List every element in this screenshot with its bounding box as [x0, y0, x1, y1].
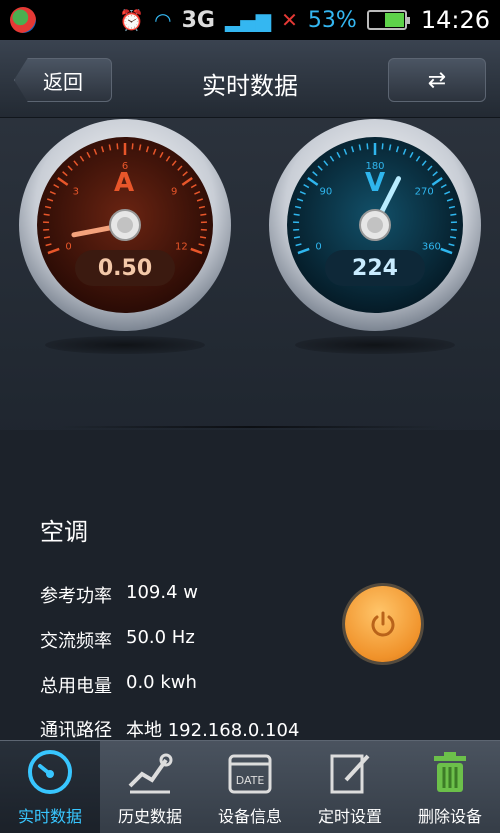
bottom-nav: 实时数据 历史数据 DATE 设备信息 定时设置 删除设备 — [0, 740, 500, 833]
info-row-energy: 总用电量 0.0 kwh — [40, 672, 197, 698]
gauge-tick — [293, 213, 300, 216]
nav-label: 删除设备 — [417, 807, 482, 826]
gauge-tick-label: 12 — [175, 242, 188, 253]
nav-realtime[interactable]: 实时数据 — [0, 741, 100, 833]
voltage-gauge: 0 90 180 270 360 V 224 — [268, 118, 482, 354]
power-button[interactable] — [345, 586, 421, 662]
nav-label: 历史数据 — [117, 807, 182, 826]
signal-icon: ▂▄▆ — [225, 8, 272, 32]
info-row-power: 参考功率 109.4 w — [40, 582, 198, 608]
gauge-tick — [450, 213, 457, 216]
nav-label: 设备信息 — [217, 807, 282, 826]
info-value: 109.4 w — [126, 582, 198, 603]
chart-line-icon — [125, 747, 175, 797]
nav-label: 定时设置 — [317, 807, 382, 826]
power-icon — [371, 611, 395, 637]
status-bar: ⏰ ◠ 3G ▂▄▆ ✕ 53% 14:26 — [0, 0, 500, 40]
gauge-tick — [43, 213, 50, 216]
info-row-frequency: 交流频率 50.0 Hz — [40, 627, 195, 653]
current-gauge-dial: 036912 — [19, 119, 231, 331]
info-row-path: 通讯路径 本地 192.168.0.104 — [40, 716, 299, 742]
info-value: 本地 192.168.0.104 — [126, 720, 300, 741]
top-bar: 返回 实时数据 ⇄ — [0, 40, 500, 118]
gauge-tick-label: 9 — [171, 187, 177, 198]
divider — [60, 426, 440, 428]
nav-label: 实时数据 — [17, 807, 82, 826]
gauge-tick — [293, 236, 301, 239]
gauge-tick — [199, 236, 207, 239]
gauge-icon — [25, 747, 75, 797]
info-value: 50.0 Hz — [126, 627, 195, 648]
nav-delete[interactable]: 删除设备 — [400, 741, 500, 833]
wifi-icon: ◠ — [154, 8, 172, 32]
current-unit-letter: A — [114, 168, 135, 198]
voltage-gauge-dial: 090180270360 — [269, 119, 481, 331]
gauge-tick — [116, 143, 119, 150]
no-signal-icon: ✕ — [281, 8, 298, 32]
gauge-tick-label: 360 — [422, 242, 441, 253]
battery-icon — [366, 10, 410, 30]
nav-device-info[interactable]: DATE 设备信息 — [200, 741, 300, 833]
gauge-tick — [449, 236, 457, 239]
gauge-tick — [200, 213, 207, 216]
gauge-tick — [366, 143, 369, 150]
gauge-tick-label: 270 — [415, 187, 434, 198]
info-value: 0.0 kwh — [126, 672, 197, 693]
clock: 14:26 — [420, 6, 490, 34]
nav-history[interactable]: 历史数据 — [100, 741, 200, 833]
gauge-panel: 0 3 6 9 12 A 0.50 0 90 180 270 360 V 224 — [0, 118, 500, 438]
gauge-tick-label: 0 — [65, 242, 71, 253]
battery-percent: 53% — [307, 7, 357, 33]
gauge-tick-label: 90 — [319, 187, 332, 198]
gauge-tick — [131, 143, 134, 150]
gauge-tick-label: 0 — [315, 242, 321, 253]
network-type: 3G — [181, 7, 215, 33]
gauge-tick — [43, 236, 51, 239]
info-label: 参考功率 — [40, 586, 112, 607]
device-info-panel: 空调 参考功率 109.4 w 交流频率 50.0 Hz 总用电量 0.0 kw… — [0, 430, 500, 742]
sync-icon: ⇄ — [427, 67, 447, 93]
voltage-value: 224 — [325, 250, 425, 286]
trash-icon — [425, 747, 475, 797]
info-label: 交流频率 — [40, 631, 112, 652]
date-icon-text: DATE — [236, 774, 265, 787]
gauge-tick-label: 3 — [73, 187, 79, 198]
current-value: 0.50 — [75, 250, 175, 286]
sync-button[interactable]: ⇄ — [388, 58, 486, 102]
gauge-tick — [381, 143, 384, 150]
nav-timer[interactable]: 定时设置 — [300, 741, 400, 833]
voltage-unit-letter: V — [365, 168, 386, 198]
battery-level — [384, 13, 404, 27]
current-gauge: 0 3 6 9 12 A 0.50 — [18, 118, 232, 354]
edit-icon — [325, 747, 375, 797]
info-label: 通讯路径 — [40, 720, 112, 741]
voltage-gauge-shadow — [295, 336, 455, 354]
date-icon: DATE — [225, 747, 275, 797]
app-icon — [10, 7, 36, 33]
info-label: 总用电量 — [40, 676, 112, 697]
device-name: 空调 — [40, 518, 88, 546]
current-gauge-shadow — [45, 336, 205, 354]
alarm-icon: ⏰ — [119, 8, 145, 32]
status-icons: ⏰ ◠ 3G ▂▄▆ ✕ 53% 14:26 — [119, 6, 490, 34]
